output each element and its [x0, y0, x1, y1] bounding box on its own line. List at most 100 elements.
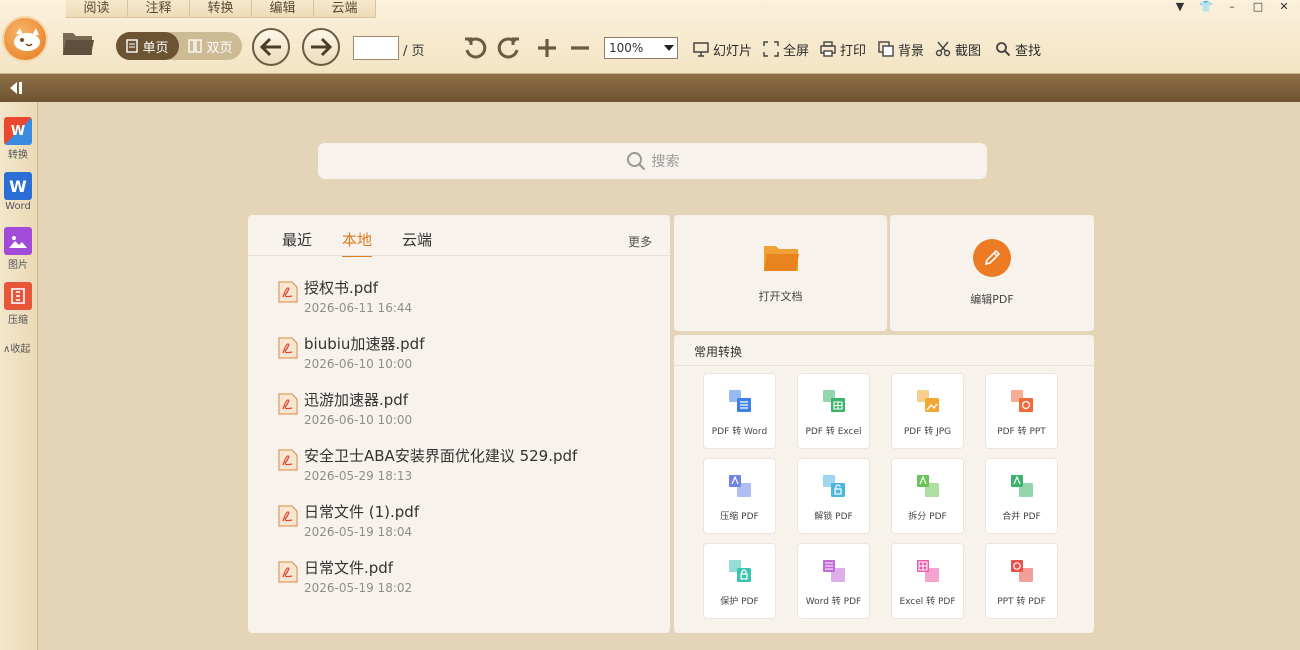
- tab-recent[interactable]: 最近: [282, 229, 312, 257]
- slideshow-button[interactable]: 幻灯片: [693, 40, 752, 59]
- file-name: 日常文件 (1).pdf: [304, 503, 420, 521]
- menu-tab-edit[interactable]: 编辑: [252, 0, 314, 18]
- split-pdf-tile[interactable]: 拆分 PDF: [891, 458, 964, 534]
- single-page-icon: [126, 39, 139, 53]
- zoom-select[interactable]: 100%: [604, 37, 678, 59]
- file-item[interactable]: 日常文件 (1).pdf 2026-05-19 18:04: [278, 501, 658, 549]
- sidebar-item-image[interactable]: 图片: [3, 227, 33, 271]
- file-date: 2026-05-29 18:13: [304, 469, 413, 483]
- page-number-input[interactable]: [353, 36, 399, 60]
- collapse-panel-icon[interactable]: [8, 81, 26, 95]
- sidebar-item-convert[interactable]: W 转换: [3, 117, 33, 161]
- screenshot-button[interactable]: 截图: [935, 40, 981, 59]
- fullscreen-label: 全屏: [783, 43, 810, 59]
- sidebar-collapse-label: 收起: [10, 344, 31, 355]
- pdf-convert-icon: W: [4, 117, 32, 145]
- conversions-title: 常用转换: [694, 345, 743, 359]
- open-folder-icon[interactable]: [60, 28, 96, 58]
- next-page-button[interactable]: [302, 28, 340, 66]
- file-item[interactable]: 安全卫士ABA安装界面优化建议 529.pdf 2026-05-29 18:13: [278, 445, 658, 493]
- tile-label: PPT 转 PDF: [997, 597, 1046, 607]
- pdf-file-icon: [278, 281, 298, 303]
- file-item[interactable]: biubiu加速器.pdf 2026-06-10 10:00: [278, 333, 658, 381]
- search-placeholder: 搜索: [651, 154, 680, 170]
- menu-tab-convert[interactable]: 转换: [190, 0, 252, 18]
- skin-icon[interactable]: 👕: [1198, 0, 1214, 14]
- double-page-icon: [188, 39, 203, 53]
- more-link[interactable]: 更多: [628, 233, 652, 250]
- compress-pdf-tile[interactable]: 压缩 PDF: [703, 458, 776, 534]
- pdf-to-word-icon: [729, 390, 751, 412]
- merge-pdf-tile[interactable]: 合并 PDF: [985, 458, 1058, 534]
- print-button[interactable]: 打印: [820, 40, 866, 59]
- close-icon[interactable]: ✕: [1276, 0, 1292, 14]
- rotate-right-icon[interactable]: [497, 36, 521, 60]
- sidebar-item-compress[interactable]: 压缩: [3, 282, 33, 326]
- tile-label: PDF 转 JPG: [903, 427, 952, 437]
- sidebar-item-label: 图片: [8, 260, 28, 271]
- zoom-value: 100%: [609, 41, 644, 55]
- excel-to-pdf-icon: [917, 560, 939, 582]
- tile-label: PDF 转 Excel: [805, 427, 862, 437]
- sidebar-item-label: Word: [5, 201, 31, 212]
- open-document-card[interactable]: 打开文档: [674, 215, 887, 331]
- background-icon: [878, 41, 894, 57]
- pdf-to-jpg-tile[interactable]: PDF 转 JPG: [891, 373, 964, 449]
- ppt-to-pdf-tile[interactable]: PPT 转 PDF: [985, 543, 1058, 619]
- menu-dropdown-icon[interactable]: ▼: [1172, 0, 1188, 14]
- file-date: 2026-06-10 10:00: [304, 413, 413, 427]
- sidebar-collapse-button[interactable]: ∧收起: [3, 340, 30, 355]
- file-item[interactable]: 日常文件.pdf 2026-05-19 18:02: [278, 557, 658, 605]
- background-button[interactable]: 背景: [878, 40, 925, 59]
- menu-tab-read[interactable]: 阅读: [66, 0, 128, 18]
- compress-icon: [4, 282, 32, 310]
- pdf-to-word-tile[interactable]: PDF 转 Word: [703, 373, 776, 449]
- zoom-in-icon[interactable]: [535, 36, 559, 60]
- protect-pdf-icon: [729, 560, 751, 582]
- menu-tab-cloud[interactable]: 云端: [314, 0, 376, 18]
- fullscreen-button[interactable]: 全屏: [763, 40, 810, 59]
- background-label: 背景: [898, 43, 925, 59]
- double-page-label: 双页: [206, 40, 233, 56]
- sidebar-item-word[interactable]: W Word: [3, 172, 33, 212]
- rotate-left-icon[interactable]: [463, 36, 487, 60]
- arrow-right-icon: [311, 37, 333, 57]
- scissors-icon: [935, 41, 951, 57]
- pdf-to-ppt-icon: [1011, 390, 1033, 412]
- pencil-icon: [973, 239, 1011, 277]
- double-page-button[interactable]: 双页: [179, 32, 242, 60]
- pdf-to-excel-tile[interactable]: PDF 转 Excel: [797, 373, 870, 449]
- tab-local[interactable]: 本地: [342, 229, 373, 257]
- common-conversions-panel: 常用转换 PDF 转 Word PDF 转 Excel PDF 转 JPG PD…: [674, 335, 1094, 633]
- unlock-pdf-tile[interactable]: 解锁 PDF: [797, 458, 870, 534]
- file-name: 授权书.pdf: [304, 279, 379, 297]
- menu-tab-annotate[interactable]: 注释: [128, 0, 190, 18]
- open-document-label: 打开文档: [758, 290, 803, 303]
- pdf-file-icon: [278, 561, 298, 583]
- single-page-button[interactable]: 单页: [116, 32, 179, 60]
- word-to-pdf-tile[interactable]: Word 转 PDF: [797, 543, 870, 619]
- app-logo[interactable]: [2, 16, 48, 62]
- pdf-file-icon: [278, 505, 298, 527]
- pdf-to-ppt-tile[interactable]: PDF 转 PPT: [985, 373, 1058, 449]
- minimize-icon[interactable]: –: [1224, 0, 1240, 14]
- previous-page-button[interactable]: [252, 28, 290, 66]
- file-date: 2026-06-11 16:44: [304, 301, 413, 315]
- protect-pdf-tile[interactable]: 保护 PDF: [703, 543, 776, 619]
- file-list-panel: 最近 本地 云端 更多 授权书.pdf 2026-06-11 16:44 biu…: [248, 215, 670, 633]
- excel-to-pdf-tile[interactable]: Excel 转 PDF: [891, 543, 964, 619]
- maximize-icon[interactable]: □: [1250, 0, 1266, 14]
- tab-cloud[interactable]: 云端: [402, 229, 432, 257]
- file-item[interactable]: 迅游加速器.pdf 2026-06-10 10:00: [278, 389, 658, 437]
- file-item[interactable]: 授权书.pdf 2026-06-11 16:44: [278, 277, 658, 325]
- search-bar[interactable]: 搜索: [318, 143, 987, 179]
- tile-label: 解锁 PDF: [814, 512, 853, 522]
- pdf-file-icon: [278, 449, 298, 471]
- find-button[interactable]: 查找: [995, 40, 1041, 59]
- word-icon: W: [4, 172, 32, 200]
- split-pdf-icon: [917, 475, 939, 497]
- tile-label: PDF 转 Word: [711, 427, 768, 437]
- zoom-out-icon[interactable]: [568, 36, 592, 60]
- tile-label: 保护 PDF: [720, 597, 759, 607]
- edit-pdf-card[interactable]: 编辑PDF: [890, 215, 1094, 331]
